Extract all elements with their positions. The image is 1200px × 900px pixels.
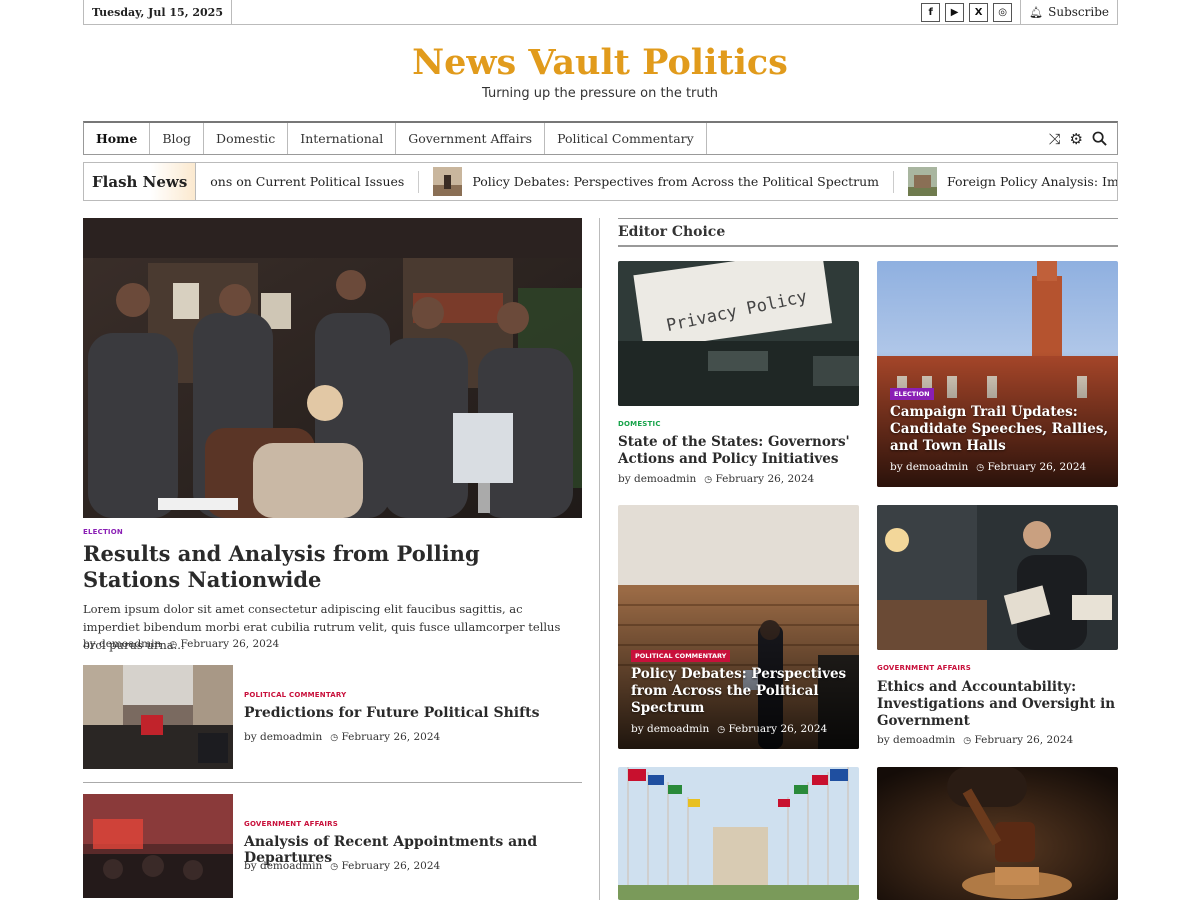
clock-icon: ◷	[976, 463, 985, 473]
nav-item-government-affairs[interactable]: Government Affairs	[396, 123, 546, 154]
ticker-item-text: Policy Debates: Perspectives from Across…	[472, 174, 880, 189]
list-item-category[interactable]: Political Commentary	[244, 691, 346, 699]
nav-item-domestic[interactable]: Domestic	[204, 123, 289, 154]
clock-icon: ◷	[330, 733, 339, 743]
list-item: Government Affairs Analysis of Recent Ap…	[83, 794, 582, 900]
subscribe-button[interactable]: 🔔︎ Subscribe	[1020, 0, 1117, 24]
site-title[interactable]: News Vault Politics	[0, 42, 1200, 83]
card-meta: by demoadmin ◷ February 26, 2024	[890, 461, 1110, 473]
ticker-item[interactable]: ons on Current Political Issues	[196, 170, 420, 193]
card-meta: by demoadmin ◷ February 26, 2024	[618, 473, 814, 485]
ticker-item[interactable]: Foreign Policy Analysis: Implications of…	[894, 167, 1118, 196]
site-tagline: Turning up the pressure on the truth	[482, 86, 718, 101]
card-image[interactable]	[877, 767, 1118, 900]
ticker-item-text: ons on Current Political Issues	[210, 174, 405, 189]
card-meta: by demoadmin ◷ February 26, 2024	[877, 734, 1073, 746]
post-date: February 26, 2024	[987, 461, 1087, 473]
main-nav: Home Blog Domestic International Governm…	[83, 121, 1118, 155]
card-title[interactable]: State of the States: Governors' Actions …	[618, 434, 859, 468]
shuffle-icon[interactable]: ⤨	[1049, 130, 1061, 148]
card-image[interactable]: Privacy Policy	[618, 261, 859, 406]
list-item-title[interactable]: Predictions for Future Political Shifts	[244, 705, 539, 721]
youtube-icon[interactable]: ▶	[945, 2, 965, 22]
flash-news-bar: Flash News ons on Current Political Issu…	[83, 162, 1118, 201]
post-date: February 26, 2024	[180, 638, 280, 650]
author[interactable]: by demoadmin	[244, 860, 322, 872]
card-overlay: Political Commentary Policy Debates: Per…	[631, 643, 851, 735]
nav-item-political-commentary[interactable]: Political Commentary	[545, 123, 707, 154]
author[interactable]: by demoadmin	[890, 461, 968, 473]
list-item: Political Commentary Predictions for Fut…	[83, 665, 582, 771]
author[interactable]: by demoadmin	[244, 731, 322, 743]
theme-toggle-icon[interactable]: ⚙	[1070, 130, 1083, 148]
card-title[interactable]: Ethics and Accountability: Investigation…	[877, 679, 1118, 730]
post-date: February 26, 2024	[341, 860, 441, 872]
hero-meta: by demoadmin ◷ February 26, 2024	[83, 638, 279, 650]
card-meta: by demoadmin ◷ February 26, 2024	[631, 723, 851, 735]
nav-item-home[interactable]: Home	[84, 123, 151, 154]
clock-icon: ◷	[717, 725, 726, 735]
clock-icon: ◷	[704, 475, 713, 485]
instagram-icon[interactable]: ◎	[993, 2, 1013, 22]
hero-category[interactable]: Election	[83, 528, 123, 536]
nav-item-blog[interactable]: Blog	[150, 123, 205, 154]
ticker-item[interactable]: Policy Debates: Perspectives from Across…	[419, 167, 895, 196]
subscribe-label: Subscribe	[1048, 5, 1109, 19]
top-bar: Tuesday, Jul 15, 2025 f ▶ X ◎ 🔔︎ Subscri…	[83, 0, 1118, 25]
hero-article-image[interactable]	[83, 218, 582, 518]
column-divider	[599, 218, 600, 900]
clock-icon: ◷	[963, 736, 972, 746]
author[interactable]: by demoadmin	[83, 638, 161, 650]
news-ticker: ons on Current Political Issues Policy D…	[196, 167, 1118, 196]
flash-news-label: Flash News	[84, 163, 197, 200]
list-item-category[interactable]: Government Affairs	[244, 820, 338, 828]
post-date: February 26, 2024	[715, 473, 815, 485]
clock-icon: ◷	[330, 862, 339, 872]
list-item-meta: by demoadmin ◷ February 26, 2024	[244, 860, 440, 872]
author[interactable]: by demoadmin	[618, 473, 696, 485]
divider	[83, 782, 582, 783]
list-item-image[interactable]	[83, 794, 233, 898]
card-title[interactable]: Policy Debates: Perspectives from Across…	[631, 666, 851, 717]
ticker-thumbnail	[908, 167, 938, 196]
hero-title[interactable]: Results and Analysis from Polling Statio…	[83, 541, 582, 593]
post-date: February 26, 2024	[728, 723, 828, 735]
card-category[interactable]: Government Affairs	[877, 664, 971, 672]
x-icon[interactable]: X	[969, 2, 989, 22]
editor-choice-heading: Editor Choice	[618, 218, 1118, 247]
post-date: February 26, 2024	[341, 731, 441, 743]
card-title[interactable]: Campaign Trail Updates: Candidate Speech…	[890, 404, 1110, 455]
list-item-image[interactable]	[83, 665, 233, 769]
social-links: f ▶ X ◎	[921, 2, 1020, 22]
card-category[interactable]: Election	[890, 388, 934, 400]
ticker-item-text: Foreign Policy Analysis: Implications of…	[947, 174, 1118, 189]
bell-icon: 🔔︎	[1029, 5, 1044, 19]
nav-item-international[interactable]: International	[288, 123, 397, 154]
card-overlay: Election Campaign Trail Updates: Candida…	[890, 381, 1110, 473]
list-item-meta: by demoadmin ◷ February 26, 2024	[244, 731, 440, 743]
current-date: Tuesday, Jul 15, 2025	[84, 0, 232, 24]
clock-icon: ◷	[169, 640, 178, 650]
facebook-icon[interactable]: f	[921, 2, 941, 22]
flash-label-word-1: Flash	[92, 172, 138, 191]
search-icon[interactable]	[1092, 131, 1107, 146]
card-image[interactable]	[618, 767, 859, 900]
post-date: February 26, 2024	[974, 734, 1074, 746]
author[interactable]: by demoadmin	[631, 723, 709, 735]
card-category[interactable]: Domestic	[618, 420, 661, 428]
card-image[interactable]	[877, 505, 1118, 650]
ticker-thumbnail	[433, 167, 463, 196]
author[interactable]: by demoadmin	[877, 734, 955, 746]
flash-label-word-2: News	[142, 172, 188, 191]
card-category[interactable]: Political Commentary	[631, 650, 731, 662]
